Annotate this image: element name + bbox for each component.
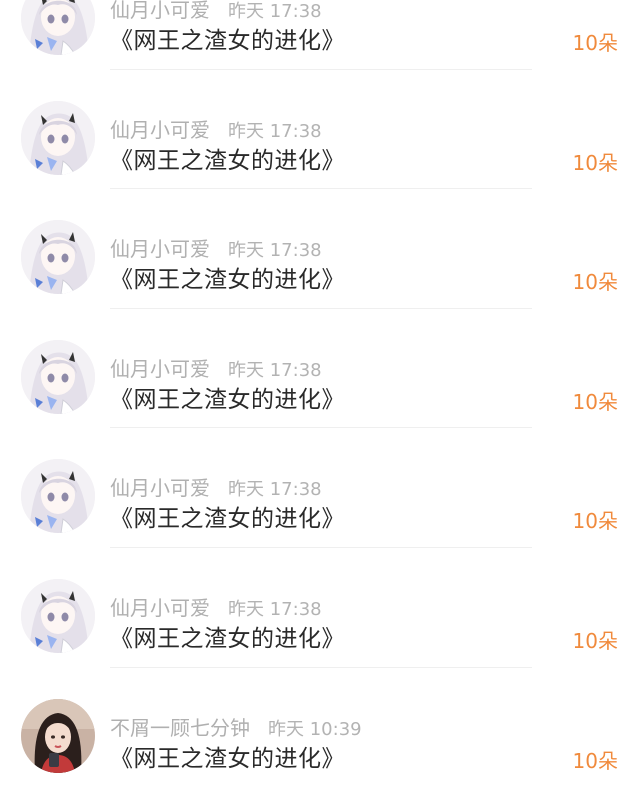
timestamp: 昨天 17:38 (228, 479, 322, 501)
timestamp: 昨天 17:38 (228, 120, 322, 142)
list-item[interactable]: 仙月小可爱 昨天 17:38 《网王之渣女的进化》 10朵 (0, 70, 640, 190)
book-title[interactable]: 《网王之渣女的进化》 (110, 25, 345, 57)
list-item[interactable]: 仙月小可爱 昨天 17:38 《网王之渣女的进化》 10朵 (0, 189, 640, 309)
username[interactable]: 仙月小可爱 (110, 0, 210, 22)
timestamp: 昨天 17:38 (228, 598, 322, 620)
username[interactable]: 仙月小可爱 (110, 476, 210, 500)
meta-line: 仙月小可爱 昨天 17:38 (110, 356, 322, 382)
timestamp: 昨天 17:38 (228, 359, 322, 381)
reward-amount: 10朵 (572, 31, 618, 55)
meta-line: 不屑一顾七分钟 昨天 10:39 (110, 715, 362, 741)
anime-girl-avatar[interactable] (21, 339, 95, 414)
username[interactable]: 仙月小可爱 (110, 596, 210, 620)
reward-amount: 10朵 (572, 150, 618, 175)
list-item[interactable]: 不屑一顾七分钟 昨天 10:39 《网王之渣女的进化》 10朵 (0, 668, 640, 787)
meta-line: 仙月小可爱 昨天 17:38 (110, 236, 322, 262)
list-item[interactable]: 仙月小可爱 昨天 17:38 《网王之渣女的进化》 10朵 (0, 0, 640, 70)
meta-line: 仙月小可爱 昨天 17:38 (110, 595, 322, 621)
timestamp: 昨天 17:38 (228, 1, 322, 22)
timestamp: 昨天 10:39 (268, 718, 362, 740)
meta-line: 仙月小可爱 昨天 17:38 (110, 0, 322, 23)
meta-line: 仙月小可爱 昨天 17:38 (110, 475, 322, 501)
reward-amount: 10朵 (572, 628, 618, 653)
timestamp: 昨天 17:38 (228, 240, 322, 262)
anime-girl-avatar[interactable] (21, 220, 95, 295)
book-title[interactable]: 《网王之渣女的进化》 (110, 384, 345, 416)
reward-amount: 10朵 (572, 509, 618, 534)
book-title[interactable]: 《网王之渣女的进化》 (110, 503, 345, 535)
username[interactable]: 仙月小可爱 (110, 118, 210, 142)
list-item[interactable]: 仙月小可爱 昨天 17:38 《网王之渣女的进化》 10朵 (0, 309, 640, 429)
username[interactable]: 仙月小可爱 (110, 357, 210, 381)
book-title[interactable]: 《网王之渣女的进化》 (110, 743, 345, 775)
reward-amount: 10朵 (572, 270, 618, 295)
book-title[interactable]: 《网王之渣女的进化》 (110, 623, 345, 655)
anime-girl-avatar[interactable] (21, 100, 95, 175)
meta-line: 仙月小可爱 昨天 17:38 (110, 117, 322, 143)
reward-amount: 10朵 (572, 748, 618, 773)
photo-girl-avatar[interactable] (21, 698, 95, 773)
book-title[interactable]: 《网王之渣女的进化》 (110, 145, 345, 177)
username[interactable]: 不屑一顾七分钟 (110, 716, 250, 740)
anime-girl-avatar[interactable] (21, 578, 95, 653)
book-title[interactable]: 《网王之渣女的进化》 (110, 264, 345, 296)
username[interactable]: 仙月小可爱 (110, 237, 210, 261)
reward-list: 仙月小可爱 昨天 17:38 《网王之渣女的进化》 10朵 仙月小可爱 昨天 17:… (0, 0, 640, 787)
anime-girl-avatar[interactable] (21, 459, 95, 534)
list-item[interactable]: 仙月小可爱 昨天 17:38 《网王之渣女的进化》 10朵 (0, 428, 640, 548)
anime-girl-avatar[interactable] (21, 0, 95, 55)
list-item[interactable]: 仙月小可爱 昨天 17:38 《网王之渣女的进化》 10朵 (0, 548, 640, 668)
reward-amount: 10朵 (572, 389, 618, 414)
